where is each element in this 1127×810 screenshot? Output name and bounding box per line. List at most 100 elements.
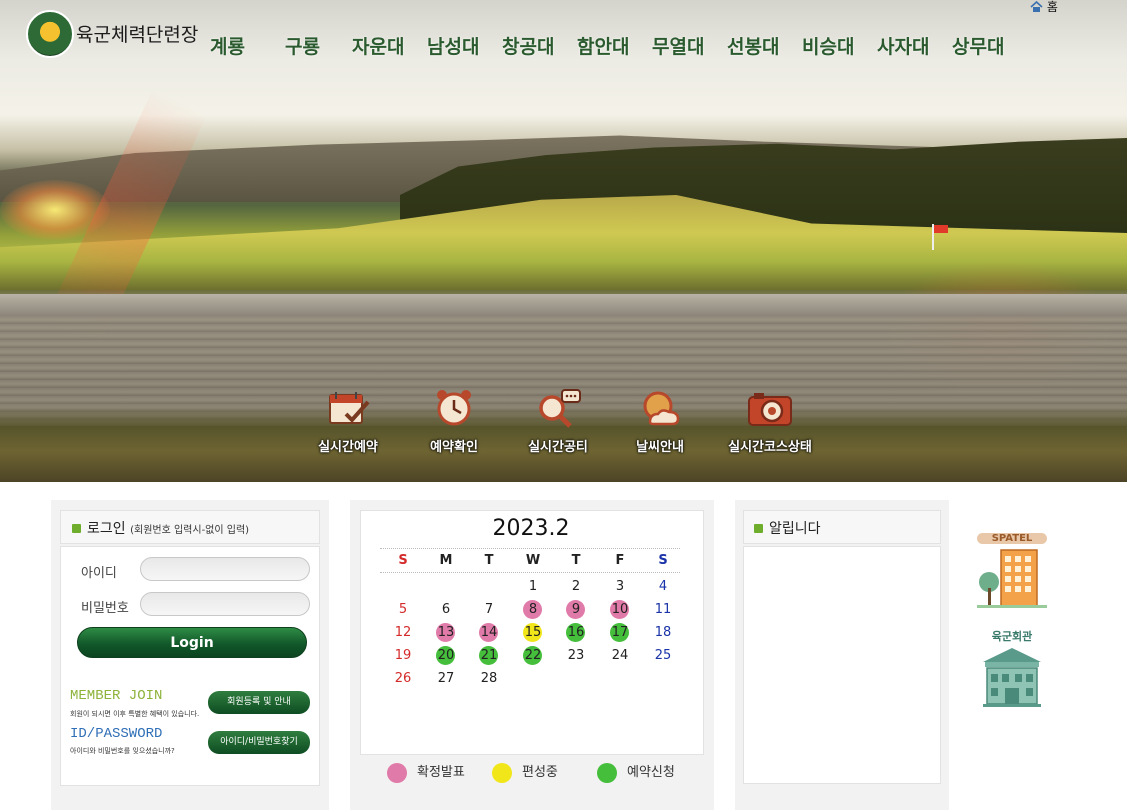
calendar-day-number: 16 [567, 625, 585, 640]
calendar-day[interactable]: 12 [390, 623, 416, 643]
nav-item-gyeryong[interactable]: 계룡 [210, 32, 245, 59]
army-hall-icon [983, 648, 1041, 707]
calendar-day[interactable]: 16 [563, 623, 589, 643]
calendar-day[interactable]: 21 [476, 646, 502, 666]
calendar-weekday: S [398, 553, 408, 568]
hotel-building-icon [977, 549, 1047, 608]
login-title-block: 로그인 (회원번호 입력시-없이 입력) [72, 518, 249, 538]
home-link[interactable]: 홈 [1030, 0, 1058, 15]
calendar-day-number: 6 [441, 602, 451, 617]
calendar-day[interactable]: 19 [390, 646, 416, 666]
calendar-check-icon [329, 392, 370, 424]
calendar-day[interactable]: 6 [433, 600, 459, 620]
calendar-day-number: 12 [394, 625, 412, 640]
spatel-link[interactable]: SPATEL [977, 533, 1047, 612]
quick-link-realtime-tee[interactable]: 실시간공티 [513, 388, 603, 455]
member-join-button[interactable]: 회원등록 및 안내 [208, 691, 310, 714]
calendar-weekday: T [571, 553, 581, 568]
calendar-day[interactable]: 27 [433, 669, 459, 689]
legend-label: 확정발표 [417, 765, 465, 780]
calendar-day[interactable]: 8 [520, 600, 546, 620]
calendar-day[interactable]: 17 [607, 623, 633, 643]
id-input[interactable] [140, 557, 310, 581]
army-hall-link[interactable]: 육군회관 [977, 628, 1047, 712]
nav-item-biseung[interactable]: 비승대 [802, 32, 854, 59]
flag-icon [934, 225, 948, 233]
calendar-week-row: 12 13 14 15 16 17 18 [380, 623, 680, 643]
calendar-day-number: 8 [528, 602, 538, 617]
site-name[interactable]: 육군체력단련장 [76, 20, 198, 47]
nav-item-saja[interactable]: 사자대 [877, 32, 929, 59]
legend-label: 편성중 [522, 765, 558, 780]
login-button[interactable]: Login [77, 627, 307, 658]
nav-item-changgongdae[interactable]: 창공대 [502, 32, 554, 59]
calendar-day[interactable]: 9 [563, 600, 589, 620]
calendar-day[interactable]: 15 [520, 623, 546, 643]
calendar-week-row: 1 2 3 4 [380, 577, 680, 597]
calendar-day-number: 20 [437, 648, 455, 663]
login-subtitle: (회원번호 입력시-없이 입력) [130, 525, 250, 536]
nav-item-jaundae[interactable]: 자운대 [352, 32, 404, 59]
calendar-day-number: 2 [571, 579, 581, 594]
password-input[interactable] [140, 592, 310, 616]
calendar-week-row: 26 27 28 [380, 669, 680, 689]
calendar-day[interactable]: 13 [433, 623, 459, 643]
login-title: 로그인 [87, 521, 126, 537]
password-label: 비밀번호 [81, 601, 129, 616]
member-join-desc: 회원이 되시면 이후 특별한 혜택이 있습니다. [70, 710, 200, 718]
id-label: 아이디 [81, 566, 117, 581]
calendar-day-number: 1 [528, 579, 538, 594]
calendar-day[interactable]: 18 [650, 623, 676, 643]
site-logo-icon[interactable] [26, 10, 74, 58]
calendar-day[interactable]: 5 [390, 600, 416, 620]
calendar-day[interactable]: 3 [607, 577, 633, 597]
find-idpw-button[interactable]: 아이디/비밀번호찾기 [208, 731, 310, 754]
calendar-day[interactable]: 24 [607, 646, 633, 666]
notice-title: 알립니다 [769, 521, 821, 537]
nav-item-haman[interactable]: 함안대 [577, 32, 629, 59]
calendar-day-number: 21 [480, 648, 498, 663]
camera-icon [748, 393, 792, 426]
nav-item-guryong[interactable]: 구룡 [285, 32, 320, 59]
calendar-day-number: 5 [398, 602, 408, 617]
home-label: 홈 [1046, 0, 1058, 14]
calendar-day[interactable]: 11 [650, 600, 676, 620]
calendar-day[interactable]: 7 [476, 600, 502, 620]
calendar-day[interactable]: 23 [563, 646, 589, 666]
nav-item-muyeol[interactable]: 무열대 [652, 32, 704, 59]
nav-item-sangmu[interactable]: 상무대 [952, 32, 1004, 59]
calendar-weekday: M [439, 553, 453, 568]
calendar-day[interactable]: 26 [390, 669, 416, 689]
calendar-day-number: 19 [394, 648, 412, 663]
calendar-day[interactable]: 4 [650, 577, 676, 597]
quick-link-realtime-reservation[interactable]: 실시간예약 [303, 388, 393, 455]
calendar-day-number: 15 [524, 625, 542, 640]
member-join-title: MEMBER JOIN [70, 688, 163, 704]
calendar-weekday-row: SMTWTFS [380, 551, 680, 571]
nav-item-namseongdae[interactable]: 남성대 [427, 32, 479, 59]
calendar-day[interactable]: 22 [520, 646, 546, 666]
search-chat-icon [539, 389, 581, 428]
calendar-day[interactable]: 1 [520, 577, 546, 597]
quick-link-weather[interactable]: 날씨안내 [615, 388, 705, 455]
calendar-day[interactable]: 10 [607, 600, 633, 620]
home-icon [1030, 1, 1043, 12]
legend-organizing: 편성중 [492, 761, 558, 783]
calendar-day[interactable]: 2 [563, 577, 589, 597]
calendar-day-number: 23 [567, 648, 585, 663]
calendar-day[interactable]: 25 [650, 646, 676, 666]
quick-link-course-status[interactable]: 실시간코스상태 [725, 388, 815, 455]
calendar-day-number: 10 [611, 602, 629, 617]
calendar-day-number: 26 [394, 671, 412, 686]
idpw-title: ID/PASSWORD [70, 726, 163, 742]
calendar-day[interactable]: 20 [433, 646, 459, 666]
quick-link-reservation-check[interactable]: 예약확인 [409, 388, 499, 455]
army-hall-label: 육군회관 [991, 630, 1033, 643]
nav-item-seonbong[interactable]: 선봉대 [727, 32, 779, 59]
calendar-day[interactable]: 28 [476, 669, 502, 689]
legend-dot-icon [492, 762, 512, 783]
quick-link-label: 실시간공티 [528, 440, 588, 455]
calendar-day[interactable]: 14 [476, 623, 502, 643]
notice-title-block[interactable]: 알립니다 [754, 518, 821, 538]
weather-icon [643, 391, 680, 426]
